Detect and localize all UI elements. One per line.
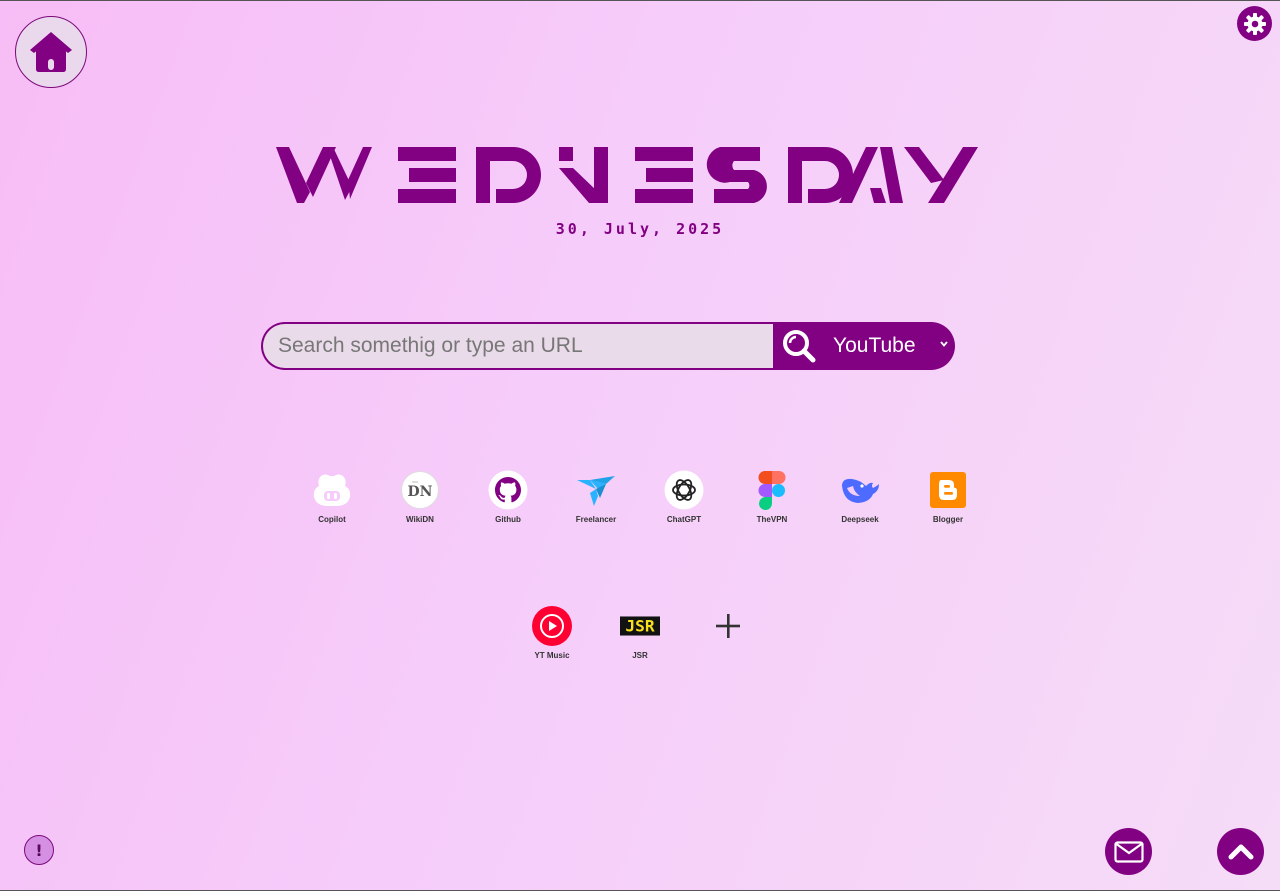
settings-button[interactable] xyxy=(1237,6,1272,41)
search-input[interactable] xyxy=(263,324,773,368)
search-engine-select[interactable]: YouTube xyxy=(825,322,955,370)
shortcut-wikidn[interactable]: DN WikiDN xyxy=(400,470,440,524)
chatgpt-icon xyxy=(664,470,704,510)
mail-button[interactable] xyxy=(1105,828,1152,875)
home-icon xyxy=(30,32,72,72)
shortcut-deepseek[interactable]: Deepseek xyxy=(840,470,880,524)
add-icon xyxy=(716,614,740,638)
shortcut-label: Copilot xyxy=(318,515,346,524)
search-button[interactable] xyxy=(773,322,825,370)
freelancer-icon xyxy=(577,476,615,506)
chevron-up-icon xyxy=(1228,844,1253,859)
shortcuts-row-1: Copilot DN WikiDN Github Freelancer Chat… xyxy=(0,470,1280,524)
search-bar: YouTube xyxy=(261,322,955,370)
shortcut-label: Deepseek xyxy=(841,515,879,524)
shortcut-copilot[interactable]: Copilot xyxy=(312,470,352,524)
shortcut-label: YT Music xyxy=(534,651,570,660)
shortcut-yt-music[interactable]: YT Music xyxy=(532,606,572,660)
shortcut-freelancer[interactable]: Freelancer xyxy=(576,470,616,524)
shortcut-label: Blogger xyxy=(932,515,964,524)
svg-text:JSR: JSR xyxy=(625,617,654,636)
shortcut-thevpn[interactable]: TheVPN xyxy=(752,470,792,524)
github-icon xyxy=(488,470,528,510)
day-title xyxy=(276,144,978,206)
shortcuts-row-2: YT Music JSR JSR xyxy=(0,606,1280,660)
shortcut-label: WikiDN xyxy=(406,515,434,524)
blogger-icon xyxy=(930,472,966,508)
shortcut-blogger[interactable]: Blogger xyxy=(928,470,968,524)
jsr-icon: JSR xyxy=(620,616,660,636)
add-shortcut-button[interactable] xyxy=(708,606,748,660)
svg-text:DN: DN xyxy=(408,484,433,500)
shortcut-label: Freelancer xyxy=(575,515,617,524)
search-icon xyxy=(783,330,816,363)
wikidn-icon: DN xyxy=(401,471,439,509)
gear-icon xyxy=(1243,12,1266,35)
copilot-icon xyxy=(313,474,351,506)
yt-music-icon xyxy=(532,606,572,646)
figma-icon xyxy=(758,471,786,510)
deepseek-icon xyxy=(842,478,879,503)
date-label: 30, July, 2025 xyxy=(555,220,725,238)
info-icon: ! xyxy=(35,840,43,860)
mail-icon xyxy=(1113,840,1144,863)
home-button[interactable] xyxy=(15,16,87,88)
shortcut-label: JSR xyxy=(632,651,648,660)
shortcut-chatgpt[interactable]: ChatGPT xyxy=(664,470,704,524)
shortcut-jsr[interactable]: JSR JSR xyxy=(620,606,660,660)
shortcut-label: TheVPN xyxy=(756,515,788,524)
shortcut-label: Github xyxy=(495,515,521,524)
shortcut-label: ChatGPT xyxy=(666,515,702,524)
shortcut-github[interactable]: Github xyxy=(488,470,528,524)
chevron-down-icon xyxy=(940,341,948,347)
search-engine-label: YouTube xyxy=(833,334,916,357)
scroll-to-top-button[interactable] xyxy=(1217,828,1264,875)
info-button[interactable]: ! xyxy=(24,835,54,865)
